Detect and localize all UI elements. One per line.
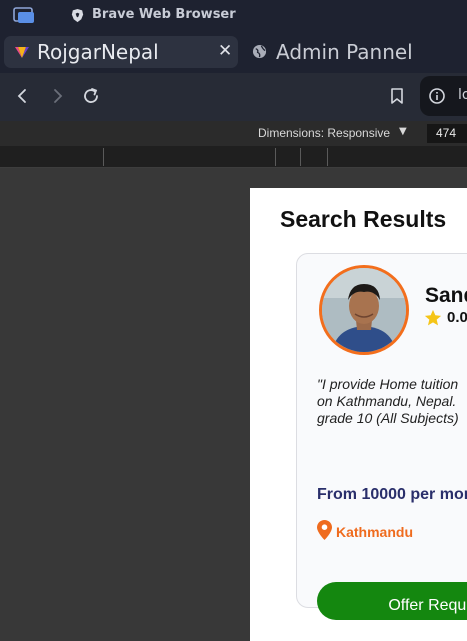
rojgarnepal-favicon-icon [15,47,29,58]
tab-close-icon[interactable]: ✕ [218,41,232,61]
reload-icon[interactable] [82,87,100,105]
window-title-bar: Brave Web Browser [0,0,467,31]
back-icon[interactable] [14,87,32,105]
offer-request-button[interactable]: Offer Request [317,582,467,620]
description-line: on Kathmandu, Nepal. [317,393,457,409]
location-pin-icon [317,520,332,540]
tutor-name: Sand [425,284,467,307]
ruler-tick[interactable] [327,148,328,166]
description-line: "I provide Home tuition [317,376,459,392]
emulated-page: Search Results Sand 0.0 "I provide Home … [250,188,467,641]
address-bar-text: lo [458,87,467,103]
ruler-tick[interactable] [300,148,301,166]
browser-toolbar: lo [0,73,467,121]
tutor-description: "I provide Home tuition on Kathmandu, Ne… [317,376,467,427]
description-line: grade 10 (All Subjects) [317,410,459,426]
width-input[interactable]: 474 [427,124,467,143]
window-title: Brave Web Browser [92,7,236,22]
devtools-device-bar: Dimensions: Responsive ▼ 474 [0,121,467,146]
tutor-card[interactable]: Sand 0.0 "I provide Home tuition on Kath… [296,253,467,620]
tab-strip: RojgarNepal ✕ Admin Pannel [0,31,467,73]
person-photo-icon [322,268,406,352]
address-bar[interactable]: lo [420,76,467,116]
ruler-tick[interactable] [275,148,276,166]
star-icon [424,309,442,326]
tab-rojgarnepal[interactable]: RojgarNepal ✕ [4,36,238,68]
site-info-icon[interactable] [428,87,446,105]
ruler-tick[interactable] [103,148,104,166]
tab-label: RojgarNepal [37,40,159,64]
page-title: Search Results [280,206,447,232]
tab-admin-pannel[interactable]: Admin Pannel [276,40,413,64]
location-text: Kathmandu [336,524,413,540]
dimensions-dropdown[interactable]: Dimensions: Responsive [258,126,390,140]
dropdown-caret-icon[interactable]: ▼ [399,126,407,137]
avatar[interactable] [319,265,409,355]
bookmark-icon[interactable] [388,87,406,105]
window-switcher-icon[interactable] [13,7,35,24]
forward-icon[interactable] [48,87,66,105]
rating-value: 0.0 [447,309,467,326]
media-query-ruler [0,146,467,168]
globe-icon [252,44,267,59]
brave-logo-icon [71,8,84,23]
price-text: From 10000 per mon [317,486,467,503]
